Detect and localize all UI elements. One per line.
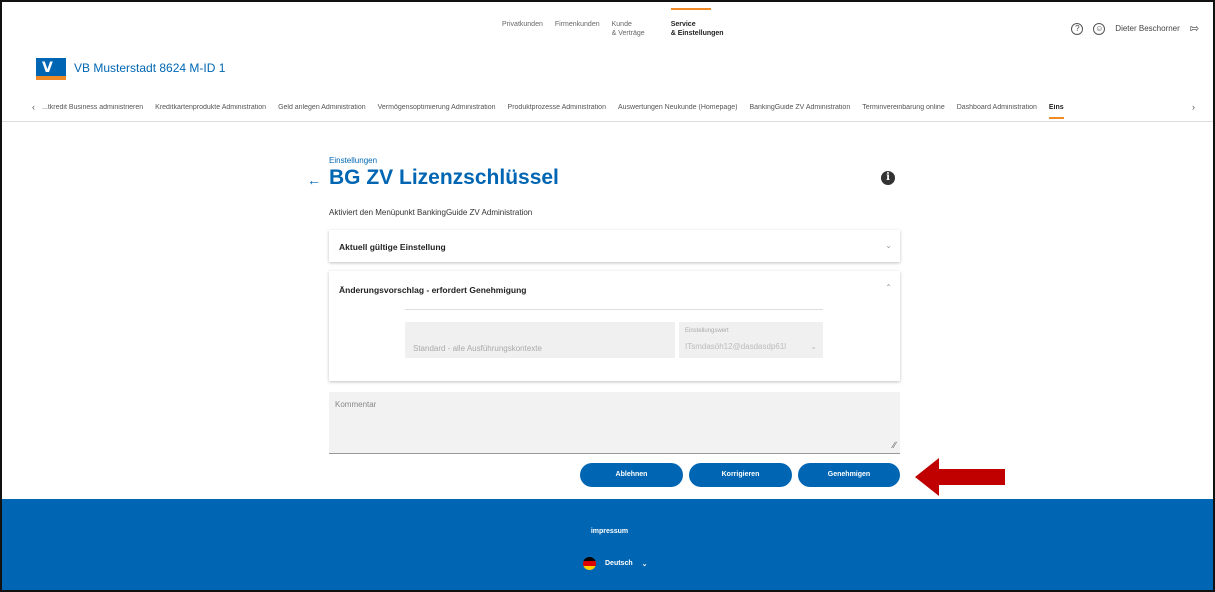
resize-handle-icon[interactable]: ∕∕ [893,440,896,450]
setting-value-select[interactable]: Einstellungswert ITsmdasöh12@dasdasdp61l… [679,322,823,358]
user-name[interactable]: Dieter Beschorner [1115,24,1179,33]
chevron-down-icon[interactable]: ⌄ [885,241,892,250]
nav-service-line1: Service [670,21,696,28]
user-area: ? ☺ Dieter Beschorner ⇰ [1071,22,1199,35]
subnav-items: ...tkredit Business administrieren Kredi… [42,104,1181,119]
subnav-item[interactable]: Produktprozesse Administration [508,104,606,119]
bank-logo[interactable]: V [36,58,66,80]
setting-value: ITsmdasöh12@dasdasdp61l [685,342,787,351]
nav-kunde-line1: Kunde [611,21,632,28]
change-proposal-panel: Änderungsvorschlag - erfordert Genehmigu… [329,271,900,381]
user-icon[interactable]: ☺ [1093,22,1106,35]
sub-navigation: ‹ ...tkredit Business administrieren Kre… [2,100,1213,122]
nav-service-line2: & Einstellungen [670,30,724,37]
nav-firmenkunden[interactable]: Firmenkunden [555,20,600,38]
context-value: Standard - alle Ausführungskontexte [413,344,542,353]
nav-service-einstellungen[interactable]: Service & Einstellungen [670,8,724,38]
scroll-right-icon[interactable]: › [1192,102,1195,112]
nav-privatkunden[interactable]: Privatkunden [502,20,543,38]
subnav-item[interactable]: Terminvereinbarung online [862,104,945,119]
page-title: BG ZV Lizenzschlüssel [329,166,559,189]
subnav-item[interactable]: Auswertungen Neukunde (Homepage) [618,104,737,119]
correct-button[interactable]: Korrigieren [689,463,792,487]
divider [405,309,823,310]
current-setting-panel[interactable]: Aktuell gültige Einstellung ⌄ [329,230,900,262]
chevron-down-icon: ⌄ [810,342,817,351]
subnav-item[interactable]: Dashboard Administration [957,104,1037,119]
subnav-item-active[interactable]: Eins [1048,104,1064,119]
subnav-item[interactable]: Geld anlegen Administration [278,104,366,119]
nav-kunde-line2: & Verträge [611,30,645,37]
comment-textarea[interactable]: Kommentar ∕∕ [329,392,900,454]
language-selector[interactable]: Deutsch ⌄ [583,557,648,570]
back-arrow-icon[interactable]: ← [307,172,321,188]
red-arrow-icon [915,458,1005,496]
reject-button[interactable]: Ablehnen [580,463,683,487]
subnav-item[interactable]: Kreditkartenprodukte Administration [155,104,266,119]
nav-kunde-vertraege[interactable]: Kunde & Verträge [612,20,645,38]
change-proposal-title: Änderungsvorschlag - erfordert Genehmigu… [339,285,527,295]
subnav-item[interactable]: BankingGuide ZV Administration [749,104,850,119]
footer: impressum Deutsch ⌄ [2,499,1213,590]
help-icon[interactable]: ? [1071,22,1084,35]
context-field: Standard - alle Ausführungskontexte [405,322,675,358]
top-navigation: Privatkunden Firmenkunden Kunde & Verträ… [502,8,724,38]
subnav-item[interactable]: Vermögensoptimierung Administration [378,104,496,119]
impressum-link[interactable]: impressum [2,528,1213,535]
page-description: Aktiviert den Menüpunkt BankingGuide ZV … [329,208,533,217]
bank-name: VB Musterstadt 8624 M-ID 1 [74,61,226,75]
current-setting-title: Aktuell gültige Einstellung [339,242,446,252]
language-label: Deutsch [605,560,633,567]
chevron-down-icon: ⌄ [641,560,648,568]
breadcrumb[interactable]: Einstellungen [329,156,377,165]
german-flag-icon [583,557,596,570]
chevron-up-icon[interactable]: ⌃ [885,283,892,292]
app-frame: Privatkunden Firmenkunden Kunde & Verträ… [0,0,1215,592]
subnav-item[interactable]: ...tkredit Business administrieren [42,104,143,119]
comment-placeholder: Kommentar [335,400,377,409]
approve-button[interactable]: Genehmigen [798,463,900,487]
setting-value-label: Einstellungswert [685,328,729,334]
logout-icon[interactable]: ⇰ [1190,22,1199,35]
scroll-left-icon[interactable]: ‹ [32,102,35,112]
info-icon[interactable]: i [881,171,895,185]
